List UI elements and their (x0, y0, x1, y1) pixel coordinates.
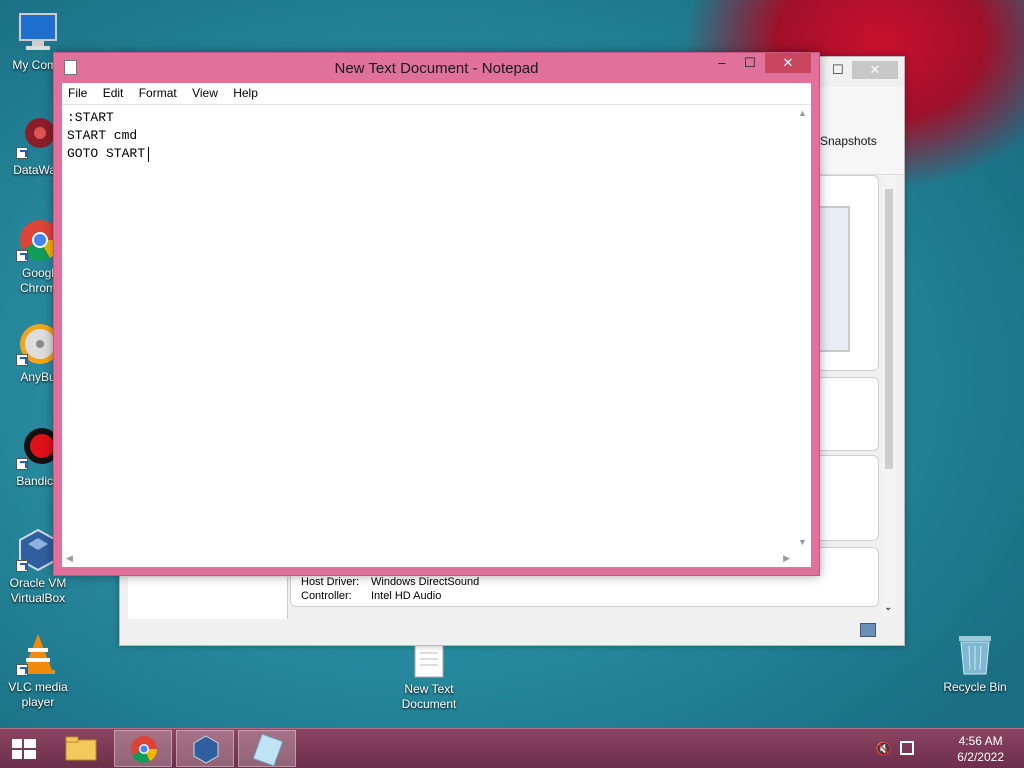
taskbar-notepad[interactable] (238, 730, 296, 767)
host-driver-label: Host Driver: (301, 576, 360, 588)
controller-value: Intel HD Audio (371, 590, 442, 602)
menu-format[interactable]: Format (133, 83, 183, 104)
window-title: New Text Document - Notepad (334, 60, 539, 77)
shortcut-arrow-icon (16, 664, 28, 676)
desktop-icon-label: VLC media player (8, 680, 68, 709)
desktop-icon-label: Recycle Bin (943, 680, 1007, 694)
network-icon[interactable] (900, 741, 914, 755)
snapshots-tab[interactable]: Snapshots (820, 134, 877, 148)
minimize-button[interactable]: – (709, 53, 735, 73)
text-caret (148, 147, 149, 162)
taskbar: 🔇 4:56 AM 6/2/2022 (0, 728, 1024, 768)
text-file-icon (412, 644, 446, 678)
vbox-scrollbar[interactable]: ⌄ (882, 175, 896, 615)
vbox-maximize-button[interactable]: ☐ (824, 61, 852, 79)
recycle-bin-icon (953, 632, 997, 676)
text-editor-area[interactable]: :START START cmd GOTO START ▲ ▼ ◀ ▶ (62, 104, 811, 567)
system-clock[interactable]: 4:56 AM 6/2/2022 (957, 733, 1004, 765)
folder-icon (65, 736, 97, 761)
shortcut-arrow-icon (16, 250, 28, 262)
scroll-left-icon[interactable]: ◀ (66, 553, 73, 564)
vertical-scrollbar[interactable]: ▲ ▼ (794, 105, 811, 550)
volume-muted-icon[interactable]: 🔇 (876, 741, 892, 757)
windows-logo-icon (12, 739, 36, 759)
start-button[interactable] (0, 730, 48, 767)
desktop-icon-vlc[interactable]: VLC media player (0, 632, 76, 710)
desktop-icon-label: Oracle VM VirtualBox (9, 576, 67, 605)
host-driver-value: Windows DirectSound (371, 576, 480, 588)
scroll-down-icon[interactable]: ▼ (798, 537, 807, 547)
shortcut-arrow-icon (16, 458, 28, 470)
vlc-cone-icon (16, 632, 60, 676)
desktop-icon-label: New Text Document (401, 682, 457, 711)
menu-help[interactable]: Help (227, 83, 264, 104)
computer-icon (16, 10, 60, 54)
desktop-icon-recycle-bin[interactable]: Recycle Bin (937, 632, 1013, 695)
vm-list-panel (128, 577, 288, 619)
scroll-right-icon[interactable]: ▶ (783, 553, 790, 564)
shortcut-arrow-icon (16, 354, 28, 366)
menu-bar: File Edit Format View Help (62, 83, 811, 104)
menu-edit[interactable]: Edit (97, 83, 130, 104)
scroll-up-icon[interactable]: ▲ (798, 108, 807, 118)
desktop-icon-label: AnyBu (20, 370, 56, 384)
shortcut-arrow-icon (16, 560, 28, 572)
horizontal-scrollbar[interactable]: ◀ ▶ (62, 550, 794, 567)
close-button[interactable]: ✕ (765, 53, 811, 73)
shortcut-arrow-icon (16, 147, 28, 159)
notepad-titlebar[interactable]: New Text Document - Notepad – ☐ ✕ (54, 53, 819, 83)
clock-date: 6/2/2022 (957, 750, 1004, 764)
virtualbox-icon (193, 735, 219, 764)
vbox-scroll-thumb[interactable] (885, 189, 893, 469)
notepad-window[interactable]: New Text Document - Notepad – ☐ ✕ File E… (53, 52, 820, 576)
chevron-down-icon[interactable]: ⌄ (884, 602, 892, 613)
chrome-icon (131, 736, 158, 763)
taskbar-file-explorer[interactable] (52, 730, 110, 767)
menu-view[interactable]: View (186, 83, 224, 104)
controller-label: Controller: (301, 590, 352, 602)
clock-time: 4:56 AM (958, 734, 1003, 748)
maximize-button[interactable]: ☐ (737, 53, 763, 73)
editor-text[interactable]: :START START cmd GOTO START (67, 109, 145, 163)
notepad-icon (252, 733, 284, 767)
taskbar-google-chrome[interactable] (114, 730, 172, 767)
vbox-statusbar-icon (860, 623, 876, 637)
vbox-close-button[interactable]: ✕ (852, 61, 898, 79)
taskbar-virtualbox[interactable] (176, 730, 234, 767)
desktop-icon-new-text-document[interactable]: New Text Document (391, 644, 467, 712)
menu-file[interactable]: File (62, 83, 93, 104)
